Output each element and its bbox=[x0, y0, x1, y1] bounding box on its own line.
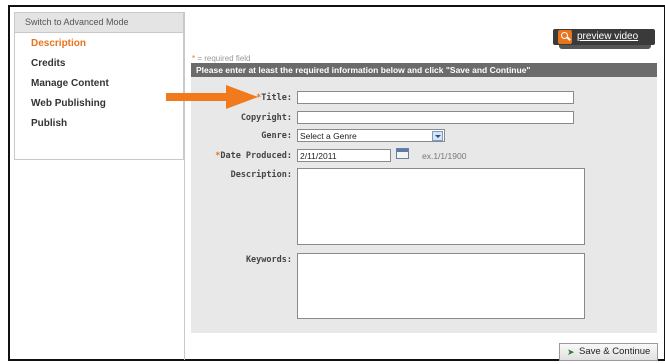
genre-select[interactable]: Select a Genre bbox=[297, 129, 445, 142]
sidebar-item-web-publishing[interactable]: Web Publishing bbox=[15, 94, 183, 114]
copyright-label: Copyright: bbox=[240, 113, 292, 123]
save-continue-icon: ➤ bbox=[567, 347, 575, 357]
sidebar-item-publish[interactable]: Publish bbox=[15, 114, 183, 134]
copyright-input[interactable] bbox=[297, 111, 574, 124]
sidebar: Switch to Advanced Mode Description Cred… bbox=[14, 12, 184, 160]
magnifier-icon bbox=[558, 30, 572, 44]
form-instruction: Please enter at least the required infor… bbox=[191, 63, 657, 77]
save-and-continue-button[interactable]: ➤ Save & Continue bbox=[559, 343, 658, 361]
date-produced-label: *Date Produced: bbox=[172, 151, 292, 161]
genre-selected-value: Select a Genre bbox=[300, 131, 357, 141]
sidebar-divider bbox=[184, 12, 185, 360]
chevron-down-icon[interactable] bbox=[432, 131, 443, 141]
calendar-icon[interactable] bbox=[396, 148, 409, 159]
preview-video-button[interactable]: preview video bbox=[553, 29, 655, 45]
title-input[interactable] bbox=[297, 91, 574, 104]
date-produced-label-text: Date Produced: bbox=[220, 151, 292, 161]
sidebar-item-credits[interactable]: Credits bbox=[15, 54, 183, 74]
preview-video-label: preview video bbox=[577, 31, 639, 42]
keywords-label: Keywords: bbox=[245, 255, 292, 265]
required-field-text: = required field bbox=[195, 54, 251, 63]
sidebar-item-manage-content[interactable]: Manage Content bbox=[15, 74, 183, 94]
annotation-arrow-icon bbox=[226, 85, 258, 109]
description-textarea[interactable] bbox=[297, 168, 585, 245]
sidebar-item-description[interactable]: Description bbox=[15, 34, 183, 54]
required-field-note: * = required field bbox=[192, 54, 251, 63]
description-label: Description: bbox=[230, 170, 292, 180]
advanced-mode-toggle[interactable]: Switch to Advanced Mode bbox=[15, 13, 183, 33]
genre-label: Genre: bbox=[261, 131, 292, 141]
date-produced-input[interactable] bbox=[297, 149, 391, 162]
date-format-hint: ex.1/1/1900 bbox=[422, 151, 467, 161]
sidebar-nav: Description Credits Manage Content Web P… bbox=[15, 33, 183, 134]
annotation-arrow-shaft bbox=[166, 93, 228, 101]
title-label-text: Title: bbox=[261, 93, 292, 103]
preview-button-reflection bbox=[559, 45, 651, 49]
save-button-label: Save & Continue bbox=[579, 346, 651, 357]
keywords-textarea[interactable] bbox=[297, 253, 585, 319]
